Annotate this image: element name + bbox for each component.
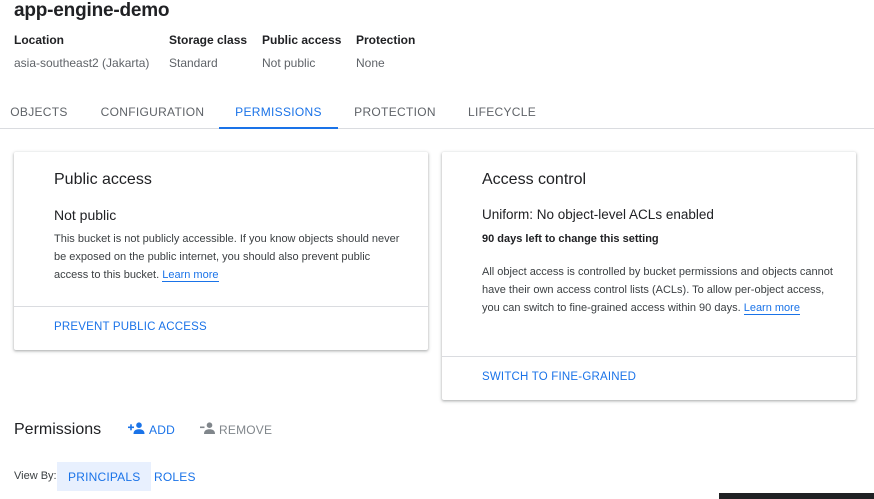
add-label: ADD <box>149 422 175 437</box>
add-principal-button[interactable]: ADD <box>128 422 175 437</box>
meta-label: Public access <box>262 33 342 47</box>
tab-protection[interactable]: PROTECTION <box>340 96 450 128</box>
meta-label: Location <box>14 33 64 47</box>
add-person-icon <box>128 422 145 437</box>
bucket-details-page: app-engine-demo Location asia-southeast2… <box>0 0 874 499</box>
meta-public-access: Public access Not public <box>262 33 341 70</box>
access-control-days-left: 90 days left to change this setting <box>482 233 659 245</box>
view-by-roles-button[interactable]: ROLES <box>143 462 207 491</box>
card-divider <box>442 356 856 357</box>
tab-bar: OBJECTS CONFIGURATION PERMISSIONS PROTEC… <box>0 96 874 129</box>
description-text: This bucket is not publicly accessible. … <box>54 233 400 281</box>
meta-location: Location asia-southeast2 (Jakarta) <box>14 33 149 70</box>
tab-configuration[interactable]: CONFIGURATION <box>87 96 218 128</box>
bucket-name-title: app-engine-demo <box>14 0 170 21</box>
view-by-principals-button[interactable]: PRINCIPALS <box>57 462 152 491</box>
tab-permissions[interactable]: PERMISSIONS <box>219 96 338 129</box>
switch-to-fine-grained-button[interactable]: SWITCH TO FINE-GRAINED <box>482 371 636 383</box>
remove-principal-button[interactable]: REMOVE <box>200 422 272 437</box>
meta-value: asia-southeast2 (Jakarta) <box>14 56 150 70</box>
meta-storage-class: Storage class Standard <box>169 33 247 70</box>
public-access-card: Public access Not public This bucket is … <box>14 152 428 350</box>
access-control-description: All object access is controlled by bucke… <box>482 263 838 317</box>
learn-more-link[interactable]: Learn more <box>743 302 800 315</box>
meta-value: Standard <box>169 56 218 70</box>
meta-value: None <box>356 56 385 70</box>
meta-value: Not public <box>262 56 316 70</box>
access-control-card: Access control Uniform: No object-level … <box>442 152 856 400</box>
card-title: Public access <box>54 171 152 188</box>
permissions-section-title: Permissions <box>14 421 102 438</box>
bottom-right-bar <box>719 493 874 499</box>
public-access-description: This bucket is not publicly accessible. … <box>54 230 400 284</box>
access-control-status: Uniform: No object-level ACLs enabled <box>482 207 714 222</box>
prevent-public-access-button[interactable]: PREVENT PUBLIC ACCESS <box>54 321 207 333</box>
meta-protection: Protection None <box>356 33 415 70</box>
view-by-label: View By: <box>14 470 57 482</box>
meta-label: Protection <box>356 33 416 47</box>
public-access-status: Not public <box>54 207 117 223</box>
card-divider <box>14 306 428 307</box>
tab-objects[interactable]: OBJECTS <box>0 96 78 128</box>
tab-lifecycle[interactable]: LIFECYCLE <box>452 96 552 128</box>
remove-label: REMOVE <box>219 422 273 437</box>
meta-label: Storage class <box>169 33 248 47</box>
remove-person-icon <box>200 422 215 437</box>
card-title: Access control <box>482 171 587 188</box>
learn-more-link[interactable]: Learn more <box>162 269 219 282</box>
